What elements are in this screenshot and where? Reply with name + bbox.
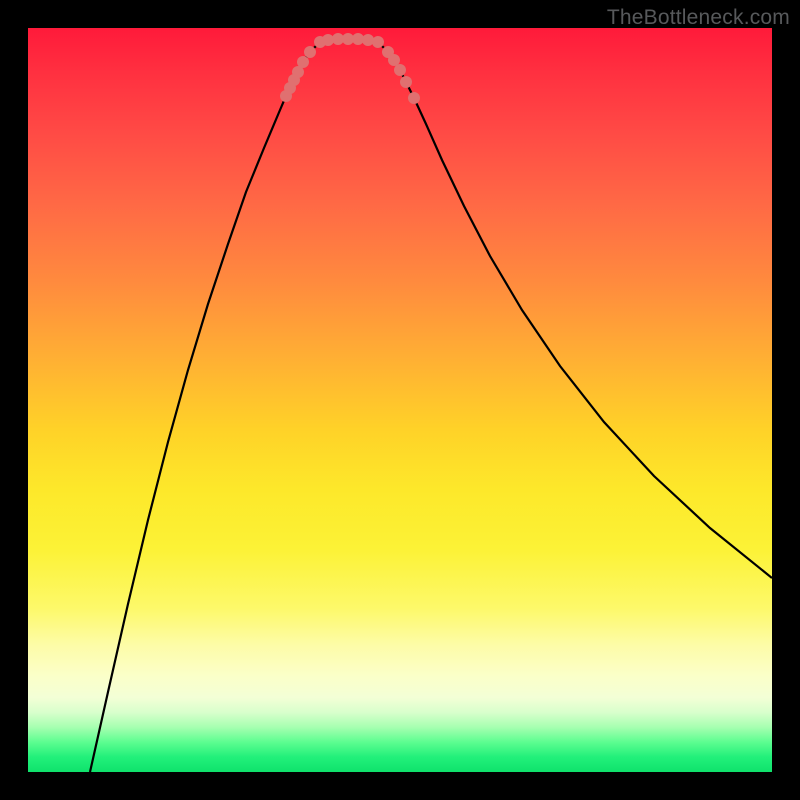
curve-right-branch bbox=[378, 42, 772, 578]
highlight-dot bbox=[388, 54, 400, 66]
highlight-dot bbox=[394, 64, 406, 76]
chart-frame: TheBottleneck.com bbox=[0, 0, 800, 800]
chart-svg bbox=[28, 28, 772, 772]
highlight-dot bbox=[408, 92, 420, 104]
highlight-dot bbox=[372, 36, 384, 48]
highlight-dots-right bbox=[372, 36, 420, 104]
highlight-dot bbox=[304, 46, 316, 58]
highlight-dot bbox=[400, 76, 412, 88]
curve-left-branch bbox=[90, 42, 320, 772]
watermark-text: TheBottleneck.com bbox=[607, 6, 790, 30]
plot-area bbox=[28, 28, 772, 772]
highlight-dot bbox=[297, 56, 309, 68]
highlight-dots-left bbox=[280, 33, 374, 102]
highlight-dot bbox=[362, 34, 374, 46]
